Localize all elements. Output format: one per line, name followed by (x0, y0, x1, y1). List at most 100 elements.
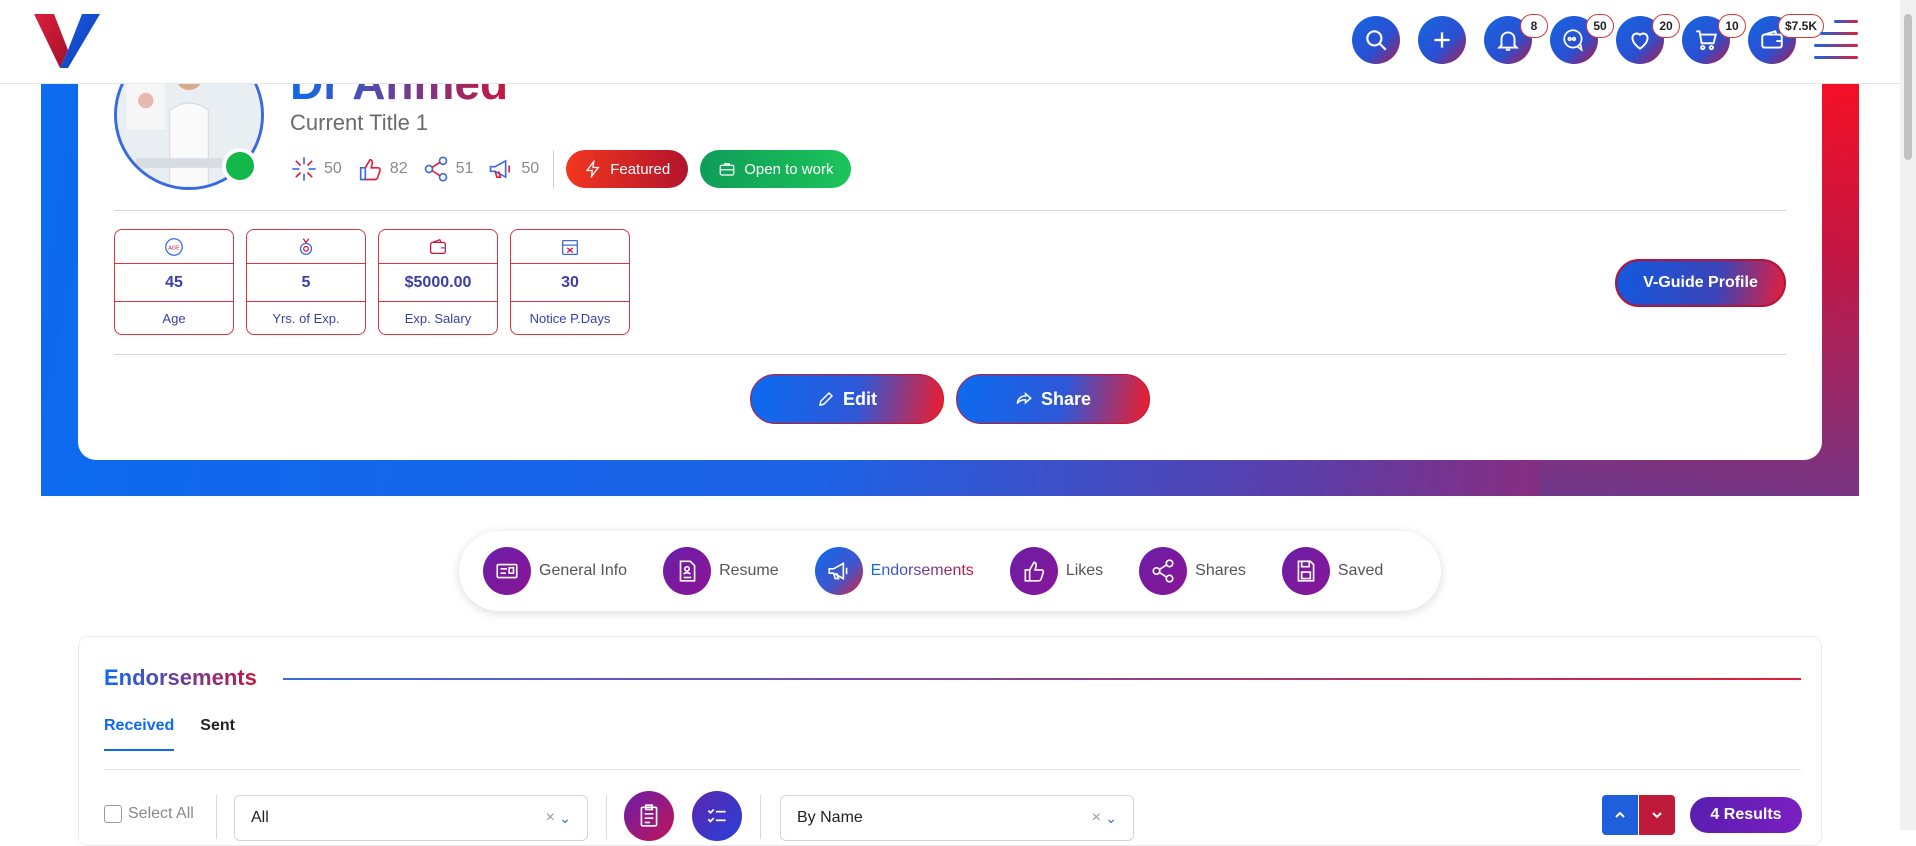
notice-period-value: 30 (511, 264, 629, 302)
likes-stat[interactable]: 82 (356, 155, 408, 183)
experience-info-box: 5 Yrs. of Exp. (246, 229, 366, 335)
notice-period-info-box: 30 Notice P.Days (510, 229, 630, 335)
tab-shares[interactable]: Shares (1139, 547, 1246, 595)
cart-icon (1696, 30, 1717, 51)
profile-divider-top (114, 210, 1786, 211)
v-guide-profile-button[interactable]: V-Guide Profile (1615, 259, 1786, 307)
plus-icon (1434, 32, 1450, 48)
brand-logo[interactable] (32, 10, 102, 70)
subtab-sent[interactable]: Sent (200, 717, 235, 751)
clear-icon[interactable]: × (546, 809, 555, 827)
save-icon (1297, 560, 1315, 582)
tab-label: Shares (1195, 562, 1246, 579)
filter-select[interactable]: All × ⌄ (234, 795, 588, 841)
experience-value: 5 (247, 264, 365, 302)
subtab-received[interactable]: Received (104, 717, 175, 751)
chevron-down-icon[interactable]: ⌄ (559, 810, 571, 827)
endorsements-stat[interactable]: 50 (487, 155, 539, 183)
open-to-work-badge[interactable]: Open to work (700, 150, 852, 188)
messages-badge: 50 (1586, 14, 1614, 38)
experience-icon (299, 237, 313, 255)
section-title-underline (283, 678, 1801, 680)
tab-resume[interactable]: Resume (663, 547, 779, 595)
share-icon (1152, 559, 1174, 583)
chevron-up-icon (1615, 811, 1625, 818)
profile-current-title: Current Title 1 (290, 110, 429, 135)
notifications-button[interactable]: 8 (1484, 14, 1548, 64)
age-icon: AGE (165, 237, 183, 256)
tab-saved[interactable]: Saved (1281, 547, 1383, 595)
toolbar-divider (760, 795, 761, 839)
age-label: Age (162, 310, 186, 326)
search-icon (1366, 30, 1387, 51)
select-all-label: Select All (128, 805, 194, 822)
messages-button[interactable]: 50 (1550, 14, 1614, 64)
edit-label: Edit (843, 388, 877, 409)
clear-icon[interactable]: × (1092, 809, 1101, 827)
menu-line-icon (1834, 20, 1858, 23)
sparkle-icon (292, 157, 316, 181)
clipboard-list-icon (640, 804, 658, 827)
views-stat[interactable]: 50 (290, 155, 342, 183)
chevron-down-icon[interactable]: ⌄ (1105, 810, 1117, 827)
bell-icon (1496, 31, 1520, 51)
toolbar-divider (216, 795, 217, 839)
filter-select-value: All (251, 809, 269, 826)
shares-stat[interactable]: 51 (422, 155, 474, 183)
salary-info-box: $5000.00 Exp. Salary (378, 229, 498, 335)
toolbar-divider (606, 795, 607, 839)
scrollbar-thumb[interactable] (1904, 14, 1912, 160)
svg-text:AGE: AGE (168, 245, 180, 251)
top-header: 8 50 20 10 $7.5K (0, 0, 1900, 84)
page-scrollbar[interactable] (1900, 0, 1916, 830)
briefcase-icon (719, 163, 735, 176)
tab-likes[interactable]: Likes (1009, 547, 1103, 595)
favorites-button[interactable]: 20 (1616, 14, 1680, 64)
endorsements-count: 50 (521, 160, 540, 177)
search-button[interactable] (1352, 16, 1400, 64)
tab-label: General Info (539, 562, 628, 579)
chat-icon (1563, 29, 1583, 52)
cart-button[interactable]: 10 (1682, 14, 1746, 64)
heart-icon (1631, 32, 1649, 50)
pencil-icon (819, 391, 834, 406)
profile-stats: 50 82 51 50 Featured Open to work (290, 150, 863, 188)
checkbox-icon (104, 805, 122, 823)
checklist-button[interactable] (692, 791, 742, 841)
open-to-work-label: Open to work (744, 160, 834, 178)
age-value: 45 (115, 264, 233, 302)
edit-button[interactable]: Edit (750, 374, 944, 424)
profile-tabs: General Info Resume Endorsements Likes S… (459, 531, 1441, 611)
favorites-badge: 20 (1652, 14, 1680, 38)
sort-ascending-button[interactable] (1602, 795, 1638, 835)
sort-select[interactable]: By Name × ⌄ (780, 795, 1134, 841)
share-button[interactable]: Share (956, 374, 1150, 424)
endorsements-panel: Endorsements Received Sent Select All Al… (78, 636, 1822, 846)
hamburger-menu-button[interactable] (1812, 16, 1864, 62)
thumbs-up-icon (359, 158, 381, 181)
filter-toolbar: Select All All × ⌄ By Name × ⌄ 4 Results (104, 791, 1802, 841)
megaphone-icon (490, 159, 511, 179)
wallet-button[interactable]: $7.5K (1748, 14, 1824, 64)
shares-count: 51 (455, 160, 474, 177)
stats-divider (553, 150, 555, 188)
tab-general-info[interactable]: General Info (483, 547, 627, 595)
tab-endorsements[interactable]: Endorsements (814, 547, 974, 595)
experience-label: Yrs. of Exp. (272, 310, 340, 326)
sort-descending-button[interactable] (1639, 795, 1675, 835)
select-all-checkbox[interactable]: Select All (104, 805, 194, 823)
age-info-box: AGE 45 Age (114, 229, 234, 335)
subtabs-divider (104, 769, 1801, 770)
share-icon (424, 156, 447, 182)
menu-line-icon (1814, 56, 1858, 59)
checklist-board-button[interactable] (624, 791, 674, 841)
chevron-down-icon (1652, 812, 1662, 819)
add-button[interactable] (1418, 16, 1466, 64)
section-title: Endorsements (104, 665, 257, 690)
thumbs-up-icon (1024, 561, 1044, 582)
resume-icon (679, 560, 696, 582)
share-arrow-icon (1016, 392, 1032, 405)
menu-line-icon (1814, 44, 1858, 47)
featured-badge[interactable]: Featured (566, 150, 689, 188)
featured-label: Featured (610, 160, 671, 178)
